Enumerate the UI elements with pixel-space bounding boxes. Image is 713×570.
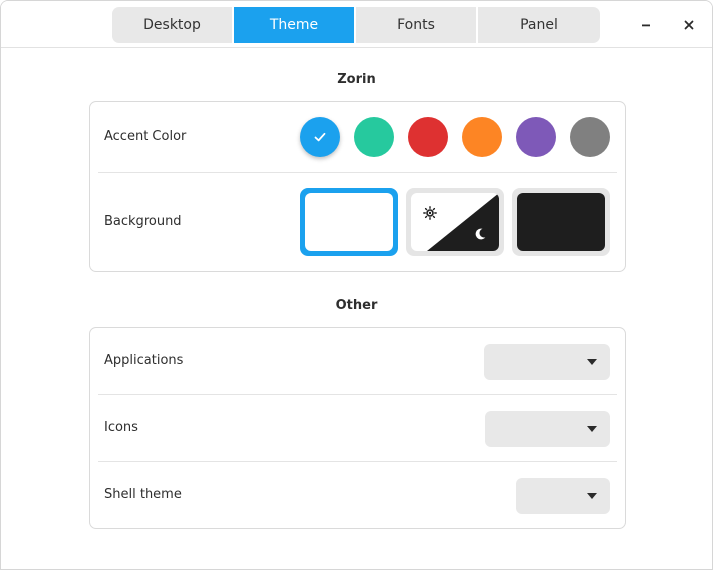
accent-swatch-green[interactable] xyxy=(354,117,394,157)
zorin-card: Accent Color Background xyxy=(89,101,626,272)
moon-icon xyxy=(475,228,486,240)
background-option-dark[interactable] xyxy=(512,188,610,256)
accent-swatch-red[interactable] xyxy=(408,117,448,157)
accent-swatch-gray[interactable] xyxy=(570,117,610,157)
background-option-light[interactable] xyxy=(300,188,398,256)
applications-label: Applications xyxy=(104,353,184,368)
chevron-down-icon xyxy=(587,426,597,432)
light-preview xyxy=(305,193,393,251)
section-title-other: Other xyxy=(335,298,378,313)
icons-label: Icons xyxy=(104,420,138,435)
shell-theme-label: Shell theme xyxy=(104,487,182,502)
close-icon xyxy=(684,20,694,30)
auto-preview xyxy=(411,193,499,251)
header-bar: Desktop Theme Fonts Panel xyxy=(1,1,712,48)
tab-theme[interactable]: Theme xyxy=(234,7,356,43)
background-label: Background xyxy=(104,214,182,229)
tab-fonts[interactable]: Fonts xyxy=(356,7,478,43)
chevron-down-icon xyxy=(587,359,597,365)
icons-dropdown[interactable] xyxy=(485,411,610,447)
row-divider xyxy=(98,172,617,173)
minimize-button[interactable] xyxy=(634,13,658,37)
tab-panel[interactable]: Panel xyxy=(478,7,600,43)
row-divider xyxy=(98,461,617,462)
applications-dropdown[interactable] xyxy=(484,344,610,380)
sun-icon xyxy=(423,206,437,220)
minimize-icon xyxy=(642,24,650,27)
tweaks-window: Desktop Theme Fonts Panel Zorin Accent C… xyxy=(0,0,713,570)
auto-split-graphic xyxy=(411,193,499,251)
accent-color-label: Accent Color xyxy=(104,129,187,144)
background-option-auto[interactable] xyxy=(406,188,504,256)
close-button[interactable] xyxy=(677,13,701,37)
section-title-zorin: Zorin xyxy=(337,72,376,87)
accent-swatch-blue[interactable] xyxy=(300,117,340,157)
other-card: Applications Icons Shell theme xyxy=(89,327,626,529)
tab-desktop[interactable]: Desktop xyxy=(112,7,234,43)
check-icon xyxy=(314,132,326,142)
dark-preview xyxy=(517,193,605,251)
accent-swatch-purple[interactable] xyxy=(516,117,556,157)
shell-theme-dropdown[interactable] xyxy=(516,478,610,514)
tab-bar: Desktop Theme Fonts Panel xyxy=(112,7,600,43)
chevron-down-icon xyxy=(587,493,597,499)
accent-swatch-orange[interactable] xyxy=(462,117,502,157)
row-divider xyxy=(98,394,617,395)
